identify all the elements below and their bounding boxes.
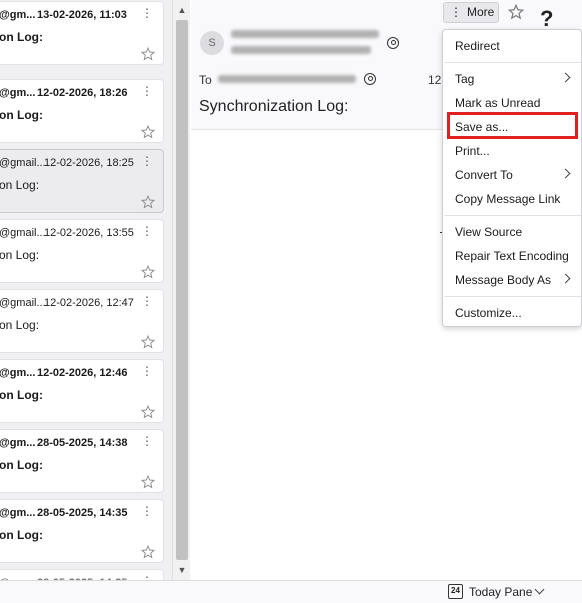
list-item[interactable]: @gm... 28-05-2025, 14:35 ⋮ on Log: <box>0 499 164 563</box>
star-icon[interactable] <box>140 46 156 62</box>
list-item-sender: @gm... <box>0 9 36 21</box>
list-item-sender: @gmail... <box>0 227 46 239</box>
kebab-menu-icon[interactable]: ⋮ <box>141 225 153 237</box>
list-item[interactable]: @gm... 12-02-2026, 12:46 ⋮ on Log: <box>0 359 164 423</box>
menu-separator <box>444 62 581 63</box>
list-item-subject: on Log: <box>0 458 43 472</box>
list-item-date: 12-02-2026, 12:46 <box>37 367 128 379</box>
more-dots-icon: ⋮ <box>450 5 462 19</box>
today-pane-button[interactable]: Today Pane <box>469 585 532 599</box>
list-item[interactable]: @gmail... 12-02-2026, 12:47 ⋮ on Log: <box>0 289 164 353</box>
menu-separator <box>444 215 581 216</box>
list-item[interactable]: @gm... 13-02-2026, 11:03 ⋮ on Log: <box>0 1 164 65</box>
star-icon[interactable] <box>140 334 156 350</box>
list-item[interactable]: @gm... 28-05-2025, 14:38 ⋮ on Log: <box>0 429 164 493</box>
calendar-icon[interactable]: 24 <box>448 584 463 599</box>
chevron-right-icon <box>560 72 571 83</box>
more-button[interactable]: ⋮ More <box>443 2 499 23</box>
list-item-subject: on Log: <box>0 30 43 44</box>
menu-separator <box>444 296 581 297</box>
scrollbar-thumb[interactable] <box>176 20 188 560</box>
menu-item-tag[interactable]: Tag <box>455 72 474 86</box>
star-icon[interactable] <box>140 194 156 210</box>
scroll-up-arrow-icon[interactable]: ▲ <box>173 2 191 18</box>
redacted-sender-email <box>231 46 371 54</box>
message-list-scrollbar[interactable]: ▲ ▼ <box>172 0 190 580</box>
menu-item-copy-message-link[interactable]: Copy Message Link <box>455 192 560 206</box>
list-item-sender: @gm... <box>0 87 36 99</box>
list-item-subject: on Log: <box>0 388 43 402</box>
list-item[interactable]: @gmail... 12-02-2026, 13:55 ⋮ on Log: <box>0 219 164 283</box>
menu-item-redirect[interactable]: Redirect <box>455 39 500 53</box>
kebab-menu-icon[interactable]: ⋮ <box>141 7 153 19</box>
list-item-subject: on Log: <box>0 318 40 332</box>
list-item-sender: @gmail... <box>0 297 46 309</box>
save-as-highlight <box>447 112 578 139</box>
list-item-sender: @gm... <box>0 437 36 449</box>
to-label: To <box>199 73 212 87</box>
menu-item-message-body-as[interactable]: Message Body As <box>455 273 551 287</box>
list-item-date: 12-02-2026, 18:26 <box>37 87 128 99</box>
menu-item-customize[interactable]: Customize... <box>455 306 522 320</box>
list-item-selected[interactable]: @gmail... 12-02-2026, 18:25 ⋮ on Log: <box>0 149 164 213</box>
kebab-menu-icon[interactable]: ⋮ <box>141 365 153 377</box>
contact-icon[interactable] <box>364 73 376 85</box>
list-item-sender: @gmail... <box>0 157 46 169</box>
contact-icon[interactable] <box>387 37 399 49</box>
app-window: @gm... 13-02-2026, 11:03 ⋮ on Log: @gm..… <box>0 0 582 603</box>
star-icon[interactable] <box>140 124 156 140</box>
menu-item-convert-to[interactable]: Convert To <box>455 168 513 182</box>
star-icon[interactable] <box>140 264 156 280</box>
list-item-date: 28-05-2025, 14:35 <box>37 507 128 519</box>
list-item-subject: on Log: <box>0 178 40 192</box>
message-subject: Synchronization Log: <box>199 98 349 115</box>
list-item-date: 12-02-2026, 13:55 <box>44 227 134 239</box>
list-item-subject: on Log: <box>0 528 43 542</box>
kebab-menu-icon[interactable]: ⋮ <box>141 85 153 97</box>
list-item-sender: @gm... <box>0 367 36 379</box>
star-icon[interactable] <box>140 404 156 420</box>
list-item-date: 12-02-2026, 18:25 <box>44 157 134 169</box>
list-item-date: 28-05-2025, 14:38 <box>37 437 128 449</box>
star-icon[interactable] <box>507 3 525 21</box>
list-item-subject: on Log: <box>0 108 43 122</box>
chevron-right-icon <box>560 168 571 179</box>
kebab-menu-icon[interactable]: ⋮ <box>141 435 153 447</box>
kebab-menu-icon[interactable]: ⋮ <box>141 295 153 307</box>
redacted-recipient-email <box>218 75 356 83</box>
more-menu: Redirect Tag Mark as Unread Save as... P… <box>442 29 582 327</box>
more-button-label: More <box>467 5 495 19</box>
kebab-menu-icon[interactable]: ⋮ <box>141 505 153 517</box>
sender-avatar: S <box>200 31 224 55</box>
kebab-menu-icon[interactable]: ⋮ <box>141 155 153 167</box>
message-list[interactable]: @gm... 13-02-2026, 11:03 ⋮ on Log: @gm..… <box>0 0 172 603</box>
menu-item-mark-as-unread[interactable]: Mark as Unread <box>455 96 540 110</box>
menu-item-print[interactable]: Print... <box>455 144 490 158</box>
list-item[interactable]: @gm... 12-02-2026, 18:26 ⋮ on Log: <box>0 79 164 143</box>
menu-item-view-source[interactable]: View Source <box>455 225 522 239</box>
star-icon[interactable] <box>140 544 156 560</box>
message-time: 12 <box>428 73 442 87</box>
menu-item-repair-text-encoding[interactable]: Repair Text Encoding <box>455 249 569 263</box>
list-item-subject: on Log: <box>0 248 40 262</box>
list-item-date: 13-02-2026, 11:03 <box>37 9 127 21</box>
list-item-sender: @gm... <box>0 507 36 519</box>
chevron-right-icon <box>560 273 571 284</box>
redacted-sender-name <box>231 30 379 38</box>
list-item-date: 12-02-2026, 12:47 <box>44 297 134 309</box>
scroll-down-arrow-icon[interactable]: ▼ <box>173 562 191 578</box>
star-icon[interactable] <box>140 474 156 490</box>
